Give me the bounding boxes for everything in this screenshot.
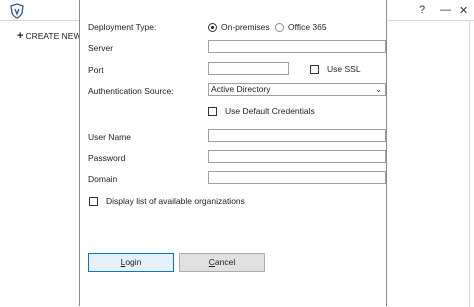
login-label-rest: ogin [125,257,142,267]
password-input[interactable] [208,150,386,163]
minimize-icon[interactable]: — [440,4,451,16]
display-orgs-label: Display list of available organizations [106,196,245,206]
display-orgs-checkbox[interactable]: Display list of available organizations [89,196,245,206]
radio-office-365-label: Office 365 [288,22,327,32]
port-label: Port [88,65,104,75]
radio-on-premises-indicator[interactable] [208,22,217,32]
use-ssl-box[interactable] [310,64,319,74]
authentication-source-select[interactable]: Active Directory ⌄ [208,83,386,96]
window-edge [469,20,470,307]
user-name-label: User Name [88,132,131,142]
radio-on-premises[interactable]: On-premises [208,22,270,32]
cancel-label-rest: ancel [214,257,236,267]
server-label: Server [88,43,114,53]
titlebar-divider-right [388,20,474,21]
password-label: Password [88,153,126,163]
cancel-button[interactable]: Cancel [179,253,265,272]
radio-on-premises-label: On-premises [221,22,270,32]
create-new-label: CREATE NEW [25,31,82,41]
use-default-credentials-box[interactable] [208,106,217,116]
use-default-credentials-checkbox[interactable]: Use Default Credentials [208,106,315,116]
authentication-source-value: Active Directory [211,84,271,94]
domain-label: Domain [88,174,118,184]
use-ssl-label: Use SSL [327,64,361,74]
titlebar-divider-left [0,20,80,21]
user-name-input[interactable] [208,129,386,142]
domain-input[interactable] [208,171,386,184]
login-button[interactable]: Login [88,253,174,272]
plus-icon: + [17,30,24,42]
close-icon[interactable]: ✕ [459,4,468,17]
radio-office-365[interactable]: Office 365 [275,22,327,32]
server-input[interactable] [208,40,386,53]
deployment-type-label: Deployment Type: [88,22,157,32]
radio-office-365-indicator[interactable] [275,22,284,32]
create-new-button[interactable]: + CREATE NEW [17,30,81,42]
help-icon[interactable]: ? [419,4,425,16]
port-input[interactable] [208,62,289,75]
chevron-down-icon: ⌄ [375,85,382,94]
shield-logo-icon [10,3,24,19]
use-ssl-checkbox[interactable]: Use SSL [310,64,361,74]
use-default-credentials-label: Use Default Credentials [225,106,315,116]
login-dialog: Deployment Type: On-premises Office 365 … [79,0,387,306]
authentication-source-label: Authentication Source: [88,86,174,96]
display-orgs-box[interactable] [89,196,98,206]
